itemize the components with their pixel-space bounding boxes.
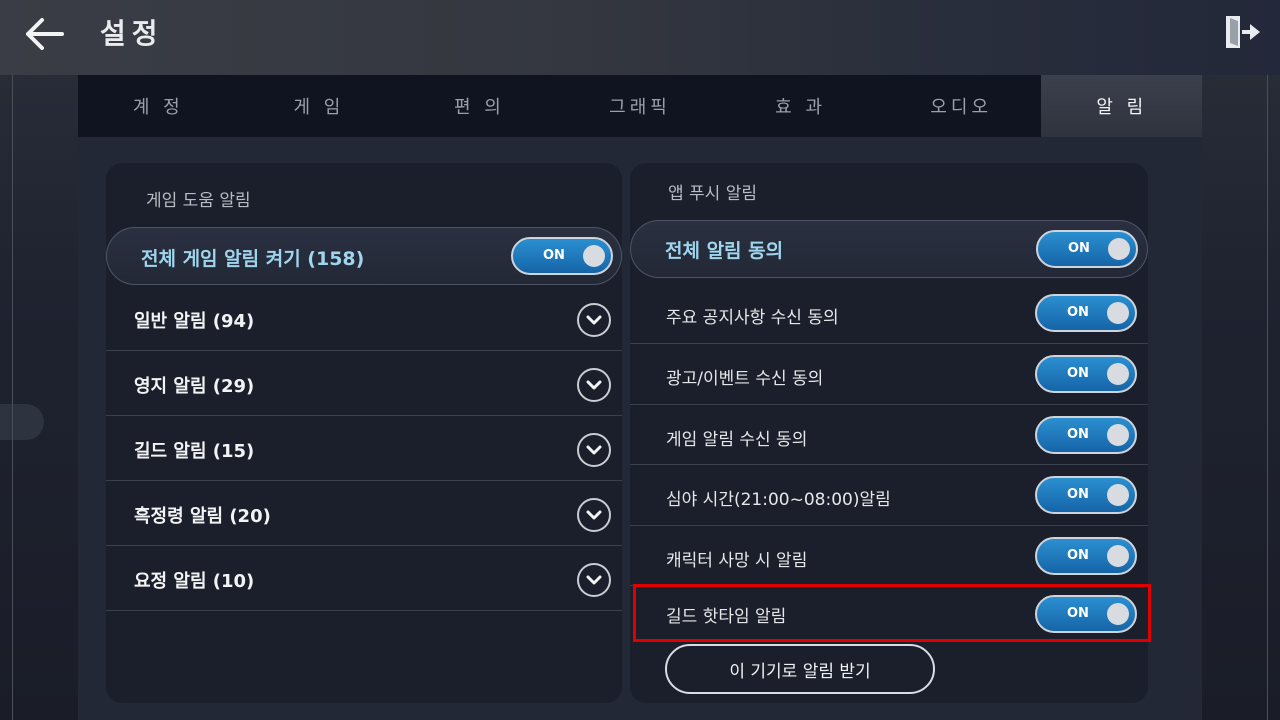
list-item-label: 게임 알림 수신 동의: [666, 430, 808, 450]
master-toggle-label: 전체 알림 동의: [665, 240, 784, 262]
list-item[interactable]: 영지 알림 (29): [106, 352, 622, 416]
settings-tabs: 계 정 게 임 편 의 그래픽 효 과 오디오 알 림: [78, 75, 1203, 137]
list-item: 게임 알림 수신 동의 ON: [630, 405, 1148, 465]
master-toggle-label: 전체 게임 알림 켜기 (158): [141, 248, 365, 270]
chevron-down-icon[interactable]: [577, 563, 611, 597]
master-game-notification-toggle[interactable]: ON: [511, 237, 613, 275]
chevron-down-icon[interactable]: [577, 368, 611, 402]
toggle-state: ON: [1067, 305, 1089, 320]
game-notification-consent-toggle[interactable]: ON: [1035, 416, 1137, 454]
character-death-notification-toggle[interactable]: ON: [1035, 537, 1137, 575]
tab-game[interactable]: 게 임: [239, 75, 400, 137]
master-toggle-row: 전체 알림 동의 ON: [630, 220, 1148, 278]
tab-effects[interactable]: 효 과: [720, 75, 881, 137]
toggle-knob: [1107, 302, 1129, 324]
toggle-knob: [1108, 238, 1130, 260]
exit-icon[interactable]: [1222, 12, 1262, 52]
chevron-down-icon[interactable]: [577, 303, 611, 337]
highlight-box: [633, 584, 1151, 642]
list-item-label: 길드 알림 (15): [134, 441, 255, 462]
list-item-label: 요정 알림 (10): [134, 571, 255, 592]
list-item: 캐릭터 사망 시 알림 ON: [630, 526, 1148, 586]
game-help-notifications-panel: 게임 도움 알림 전체 게임 알림 켜기 (158) ON 일반 알림 (94)…: [106, 163, 622, 703]
tab-account[interactable]: 계 정: [78, 75, 239, 137]
top-bar: 설정: [0, 0, 1280, 75]
toggle-state: ON: [1068, 241, 1090, 256]
section-title: 앱 푸시 알림: [668, 184, 758, 204]
toggle-state: ON: [1067, 427, 1089, 442]
section-title: 게임 도움 알림: [146, 191, 251, 211]
list-item-label: 광고/이벤트 수신 동의: [666, 369, 824, 389]
list-item: 광고/이벤트 수신 동의 ON: [630, 344, 1148, 405]
list-item-label: 캐릭터 사망 시 알림: [666, 551, 808, 571]
page-title: 설정: [100, 17, 164, 50]
chevron-down-icon[interactable]: [577, 433, 611, 467]
list-item-label: 영지 알림 (29): [134, 376, 255, 397]
toggle-knob: [1107, 363, 1129, 385]
back-arrow-icon[interactable]: [22, 14, 66, 54]
list-item-label: 흑정령 알림 (20): [134, 506, 271, 527]
list-item: 심야 시간(21:00~08:00)알림 ON: [630, 465, 1148, 526]
toggle-knob: [583, 245, 605, 267]
toggle-knob: [1107, 424, 1129, 446]
list-item[interactable]: 요정 알림 (10): [106, 547, 622, 611]
toggle-knob: [1107, 484, 1129, 506]
toggle-state: ON: [1067, 366, 1089, 381]
notice-consent-toggle[interactable]: ON: [1035, 294, 1137, 332]
list-item[interactable]: 흑정령 알림 (20): [106, 482, 622, 546]
list-item-label: 일반 알림 (94): [134, 311, 255, 332]
master-push-consent-toggle[interactable]: ON: [1036, 230, 1138, 268]
tab-graphics[interactable]: 그래픽: [560, 75, 721, 137]
chevron-down-icon[interactable]: [577, 498, 611, 532]
list-item[interactable]: 일반 알림 (94): [106, 287, 622, 351]
tab-notifications[interactable]: 알 림: [1041, 75, 1203, 137]
tab-audio[interactable]: 오디오: [881, 75, 1042, 137]
toggle-knob: [1107, 545, 1129, 567]
list-item[interactable]: 길드 알림 (15): [106, 417, 622, 481]
night-time-notification-toggle[interactable]: ON: [1035, 476, 1137, 514]
toggle-state: ON: [543, 248, 565, 263]
list-item-label: 심야 시간(21:00~08:00)알림: [666, 490, 891, 510]
tab-convenience[interactable]: 편 의: [399, 75, 560, 137]
receive-on-this-device-button[interactable]: 이 기기로 알림 받기: [665, 644, 935, 694]
master-toggle-row: 전체 게임 알림 켜기 (158) ON: [106, 227, 622, 285]
list-item-label: 주요 공지사항 수신 동의: [666, 308, 839, 328]
ad-event-consent-toggle[interactable]: ON: [1035, 355, 1137, 393]
toggle-state: ON: [1067, 548, 1089, 563]
toggle-state: ON: [1067, 487, 1089, 502]
list-item: 주요 공지사항 수신 동의 ON: [630, 283, 1148, 344]
